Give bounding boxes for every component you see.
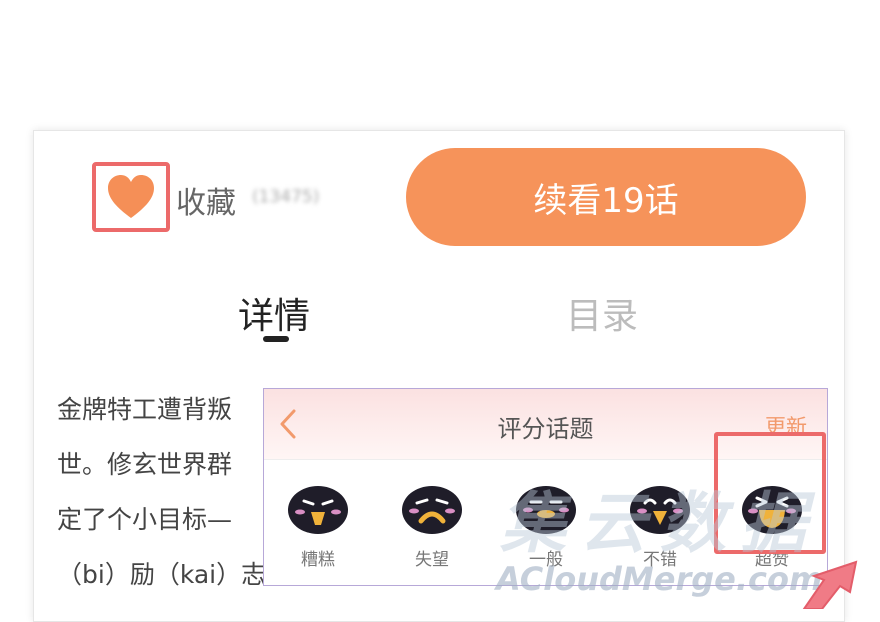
heart-icon	[108, 175, 154, 218]
watermark-cn: 集云数据	[500, 485, 820, 562]
favorite-button[interactable]	[92, 162, 170, 232]
favorite-label[interactable]: 收藏	[176, 178, 236, 222]
tab-details[interactable]: 详情	[238, 287, 310, 339]
description-line: 金牌特工遭背叛	[57, 395, 233, 424]
penguin-bad-icon	[288, 486, 348, 534]
rating-label: 糟糕	[301, 550, 335, 570]
tab-catalog[interactable]: 目录	[566, 287, 638, 339]
watermark-en: ACloudMerge.com	[496, 560, 823, 598]
rating-option-bad[interactable]: 糟糕	[278, 481, 358, 570]
description-line: （bi）励（kai）志	[57, 560, 267, 589]
description-line: 世。修玄世界群	[57, 450, 233, 479]
description-line: 定了个小目标—	[57, 505, 233, 534]
active-tab-indicator	[263, 336, 289, 342]
rating-label: 失望	[415, 550, 449, 570]
continue-reading-button[interactable]: 续看19话	[406, 148, 806, 246]
rating-option-disappointed[interactable]: 失望	[392, 481, 472, 570]
penguin-disappointed-icon	[402, 486, 462, 534]
pointer-arrow-icon	[794, 560, 880, 613]
favorite-count: (13475)	[252, 187, 320, 207]
